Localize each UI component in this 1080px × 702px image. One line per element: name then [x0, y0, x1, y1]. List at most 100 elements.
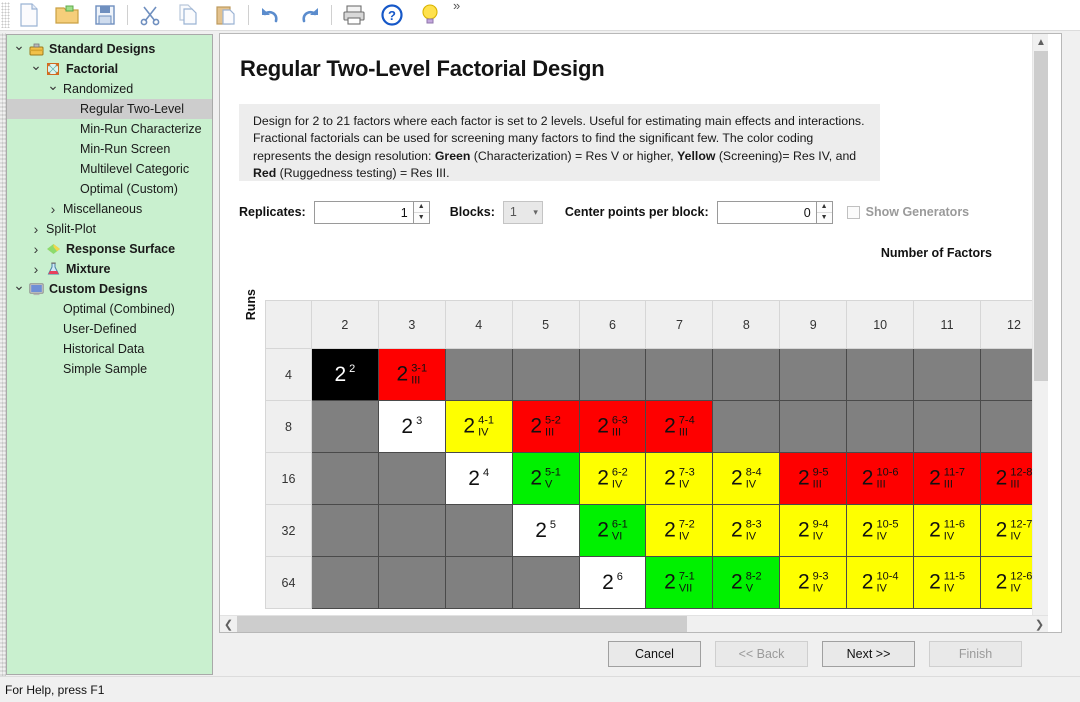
notation-resolution: III	[411, 374, 421, 386]
sidebar-item-standard-designs[interactable]: Standard Designs	[7, 39, 212, 59]
grid-cell-design[interactable]: 2 10-5 IV	[846, 504, 915, 557]
back-button[interactable]: << Back	[715, 641, 808, 667]
sidebar-item-user-defined[interactable]: User-Defined	[7, 319, 212, 339]
sidebar-item-miscellaneous[interactable]: Miscellaneous	[7, 199, 212, 219]
sidebar-item-factorial[interactable]: Factorial	[7, 59, 212, 79]
notation-exponent: 4-1	[478, 414, 494, 426]
replicates-spin-down-icon[interactable]: ▼	[414, 213, 429, 223]
chevron-down-icon[interactable]	[11, 281, 27, 298]
grid-cell-design[interactable]: 23	[377, 400, 446, 453]
grid-cell-design[interactable]: 22	[310, 348, 379, 401]
checkbox-box[interactable]	[846, 205, 860, 219]
center-points-spin-buttons[interactable]: ▲ ▼	[816, 200, 833, 224]
vertical-scroll-thumb[interactable]	[1034, 51, 1048, 381]
grid-cell-design[interactable]: 2 8-2 V	[712, 556, 781, 609]
open-folder-icon[interactable]	[48, 1, 86, 30]
chevron-right-icon[interactable]	[45, 201, 61, 217]
grid-cell-design[interactable]: 2 11-5 IV	[913, 556, 981, 609]
grid-cell-design[interactable]: 26	[578, 556, 647, 609]
replicates-spin-buttons[interactable]: ▲ ▼	[413, 200, 430, 224]
grid-cell-design[interactable]: 25	[511, 504, 580, 557]
scroll-up-icon[interactable]: ▲	[1033, 34, 1049, 51]
grid-cell-design[interactable]: 2 6-1 VI	[578, 504, 647, 557]
grid-cell-design[interactable]: 2 9-5 III	[779, 452, 848, 505]
show-generators-checkbox[interactable]: Show Generators	[846, 205, 969, 219]
grid-cell-design[interactable]: 24	[444, 452, 513, 505]
print-icon[interactable]	[335, 1, 373, 30]
grid-cell-design[interactable]: 2 5-1 V	[511, 452, 580, 505]
horizontal-scroll-thumb[interactable]	[237, 615, 687, 632]
chevron-down-icon[interactable]	[11, 41, 27, 58]
horizontal-scroll-track[interactable]	[237, 615, 1031, 632]
tips-lightbulb-icon[interactable]	[411, 1, 449, 30]
sidebar-item-custom-designs[interactable]: Custom Designs	[7, 279, 212, 299]
sidebar-item-response-surface[interactable]: Response Surface	[7, 239, 212, 259]
sidebar-item-split-plot[interactable]: Split-Plot	[7, 219, 212, 239]
sidebar-item-simple-sample[interactable]: Simple Sample	[7, 359, 212, 379]
replicates-stepper[interactable]: 1 ▲ ▼	[313, 200, 430, 224]
finish-button[interactable]: Finish	[929, 641, 1022, 667]
notation-resolution: IV	[943, 530, 955, 542]
design-resolution-grid[interactable]: 2 3 4 5 6 7 8 9 10 11 12 4 2 2 2 3-1 III 8 2 3 2 4-1 IV 2 5-2 III…	[265, 300, 1048, 609]
copy-icon[interactable]	[169, 1, 207, 30]
sidebar-item-randomized[interactable]: Randomized	[7, 79, 212, 99]
chevron-right-icon[interactable]	[28, 221, 44, 237]
notation-superscript-group: 3	[416, 415, 422, 427]
replicates-input[interactable]: 1	[313, 200, 414, 224]
new-file-icon[interactable]	[10, 1, 48, 30]
grid-cell-design[interactable]: 2 11-6 IV	[913, 504, 981, 557]
center-points-spin-down-icon[interactable]: ▼	[817, 213, 832, 223]
grid-cell-design[interactable]: 2 10-6 III	[846, 452, 915, 505]
grid-cell-design[interactable]: 2 9-3 IV	[779, 556, 848, 609]
grid-cell-design[interactable]: 2 11-7 III	[913, 452, 981, 505]
replicates-spin-up-icon[interactable]: ▲	[413, 202, 429, 213]
grid-cell-design[interactable]: 2 3-1 III	[377, 348, 446, 401]
grid-cell-design[interactable]: 2 8-3 IV	[712, 504, 781, 557]
grid-cell-design[interactable]: 2 8-4 IV	[712, 452, 781, 505]
sidebar-item-multilevel-categoric[interactable]: Multilevel Categoric	[7, 159, 212, 179]
sidebar-item-optimal-combined[interactable]: Optimal (Combined)	[7, 299, 212, 319]
blocks-select[interactable]: 1 ▾	[502, 200, 543, 224]
main-vertical-scrollbar[interactable]: ▲ ▼	[1032, 34, 1048, 632]
undo-icon[interactable]	[252, 1, 290, 30]
toolbar-drag-grip[interactable]	[1, 2, 10, 28]
grid-cell-design[interactable]: 2 6-2 IV	[578, 452, 647, 505]
grid-cell-design[interactable]: 2 6-3 III	[578, 400, 647, 453]
chevron-right-icon[interactable]	[28, 241, 44, 257]
grid-cell-design[interactable]: 2 7-4 III	[645, 400, 714, 453]
grid-cell-design[interactable]: 2 7-1 VII	[645, 556, 714, 609]
next-button[interactable]: Next >>	[822, 641, 915, 667]
grid-cell-design[interactable]: 2 10-4 IV	[846, 556, 915, 609]
cut-scissors-icon[interactable]	[131, 1, 169, 30]
scroll-left-icon[interactable]: ❮	[220, 618, 237, 631]
cancel-button[interactable]: Cancel	[608, 641, 701, 667]
scroll-right-icon[interactable]: ❯	[1031, 618, 1048, 631]
center-points-stepper[interactable]: 0 ▲ ▼	[716, 200, 833, 224]
save-disk-icon[interactable]	[86, 1, 124, 30]
chevron-down-icon[interactable]	[45, 81, 61, 98]
paste-icon[interactable]	[207, 1, 245, 30]
toolbar-overflow-chevron[interactable]: »	[453, 0, 460, 13]
notation-exponent: 12-7	[1010, 518, 1033, 530]
grid-cell-design[interactable]: 2 7-3 IV	[645, 452, 714, 505]
center-points-spin-up-icon[interactable]: ▲	[816, 202, 832, 213]
grid-cell-design[interactable]: 2 5-2 III	[511, 400, 580, 453]
help-question-icon[interactable]: ?	[373, 1, 411, 30]
chevron-right-icon[interactable]	[28, 261, 44, 277]
sidebar-item-historical-data[interactable]: Historical Data	[7, 339, 212, 359]
sidebar-item-min-run-screen[interactable]: Min-Run Screen	[7, 139, 212, 159]
grid-column-header: 7	[645, 300, 714, 349]
grid-cell-design[interactable]: 2 7-2 IV	[645, 504, 714, 557]
redo-icon[interactable]	[290, 1, 328, 30]
grid-horizontal-scrollbar[interactable]: ❮ ❯	[220, 615, 1048, 632]
sidebar-item-optimal-custom[interactable]: Optimal (Custom)	[7, 179, 212, 199]
sidebar-item-mixture[interactable]: Mixture	[7, 259, 212, 279]
grid-cell-design[interactable]: 2 4-1 IV	[444, 400, 513, 453]
sidebar-item-min-run-characterize[interactable]: Min-Run Characterize	[7, 119, 212, 139]
chevron-down-icon[interactable]	[28, 61, 44, 78]
sidebar-item-regular-two-level[interactable]: Regular Two-Level	[7, 99, 212, 119]
center-points-input[interactable]: 0	[716, 200, 817, 224]
notation-superscript-group: 12-6 IV	[1010, 571, 1032, 595]
grid-cell-design[interactable]: 2 9-4 IV	[779, 504, 848, 557]
notation-base: 2	[929, 466, 941, 489]
